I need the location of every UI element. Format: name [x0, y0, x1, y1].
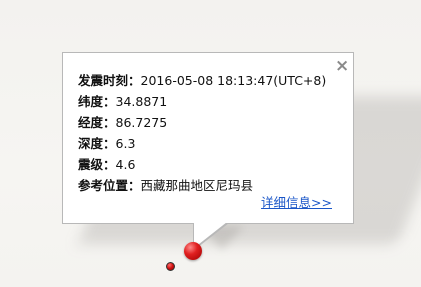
popup-content: 发震时刻：2016-05-08 18:13:47(UTC+8) 纬度：34.88… — [78, 70, 326, 196]
field-label: 纬度： — [78, 94, 116, 109]
field-value: 4.6 — [115, 157, 136, 172]
field-row-latitude: 纬度：34.8871 — [78, 91, 326, 112]
field-label: 震级： — [78, 157, 116, 172]
field-value: 6.3 — [115, 136, 136, 151]
field-row-time: 发震时刻：2016-05-08 18:13:47(UTC+8) — [78, 70, 326, 91]
details-link[interactable]: 详细信息>> — [261, 192, 332, 211]
field-row-magnitude: 震级：4.6 — [78, 154, 326, 175]
earthquake-info-popup: × 发震时刻：2016-05-08 18:13:47(UTC+8) 纬度：34.… — [62, 52, 354, 224]
field-value: 2016-05-08 18:13:47(UTC+8) — [140, 73, 327, 88]
field-label: 深度： — [78, 136, 116, 151]
earthquake-marker-icon[interactable] — [166, 262, 175, 271]
field-label: 发震时刻： — [78, 73, 141, 88]
field-label: 参考位置： — [78, 178, 141, 193]
field-label: 经度： — [78, 115, 116, 130]
field-row-longitude: 经度：86.7275 — [78, 112, 326, 133]
field-value: 34.8871 — [115, 94, 168, 109]
field-value: 西藏那曲地区尼玛县 — [140, 178, 254, 193]
close-icon[interactable]: × — [335, 58, 349, 75]
earthquake-marker-icon[interactable] — [184, 242, 202, 260]
field-value: 86.7275 — [115, 115, 168, 130]
field-row-depth: 深度：6.3 — [78, 133, 326, 154]
